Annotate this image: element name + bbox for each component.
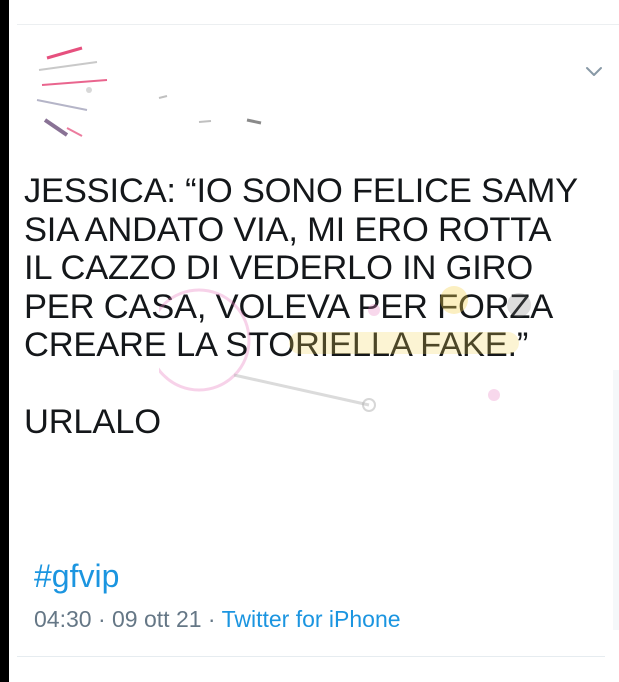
tweet-text-line: JESSICA: “IO SONO FELICE SAMY <box>24 172 578 210</box>
tweet-date[interactable]: 09 ott 21 <box>112 606 202 632</box>
tweet-card: JESSICA: “IO SONO FELICE SAMY SIA ANDATO… <box>9 0 619 682</box>
tweet-time: 04:30 <box>34 606 92 632</box>
tweet-meta: 04:30 · 09 ott 21 · Twitter for iPhone <box>34 606 401 633</box>
chevron-down-icon[interactable] <box>583 60 605 82</box>
tweet-source-link[interactable]: Twitter for iPhone <box>222 606 401 632</box>
redacted-username[interactable] <box>149 90 299 130</box>
tweet-text-line: IL CAZZO DI VEDERLO IN GIRO <box>24 249 533 287</box>
tweet-text-line: PER CASA, VOLEVA PER FORZA <box>24 287 554 326</box>
top-divider <box>17 24 619 25</box>
tweet-closing-line: URLALO <box>24 402 161 441</box>
tweet-header <box>9 30 619 150</box>
meta-separator: · <box>91 606 113 632</box>
hashtag-link[interactable]: #gfvip <box>34 558 119 595</box>
tweet-text-line: SIA ANDATO VIA, MI ERO ROTTA <box>24 210 552 249</box>
redacted-avatar[interactable] <box>27 40 167 140</box>
meta-separator: · <box>201 606 222 632</box>
tweet-text-line: CREARE LA STORIELLA FAKE.” <box>24 326 529 364</box>
bottom-divider <box>17 656 605 657</box>
tweet-body: JESSICA: “IO SONO FELICE SAMY SIA ANDATO… <box>24 172 604 441</box>
page-edge <box>613 370 619 630</box>
